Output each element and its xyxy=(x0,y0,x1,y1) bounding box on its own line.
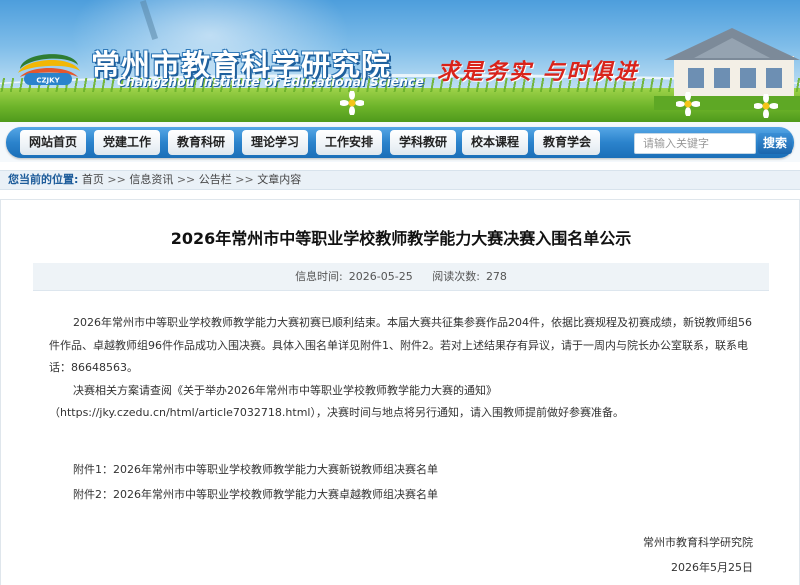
nav-item-research[interactable]: 教育科研 xyxy=(168,130,234,155)
nav-wrapper: 网站首页 党建工作 教育科研 理论学习 工作安排 学科教研 校本课程 教育学会 … xyxy=(0,122,800,162)
logo-text: CZJKY xyxy=(36,77,60,85)
slogan: 求是务实 与时俱进 xyxy=(437,59,639,85)
daisy-icon xyxy=(676,92,700,116)
article-title: 2026年常州市中等职业学校教师教学能力大赛决赛入围名单公示 xyxy=(170,229,632,248)
nav-item-schedule[interactable]: 工作安排 xyxy=(316,130,382,155)
views-label: 阅读次数: xyxy=(432,270,480,283)
main-nav: 网站首页 党建工作 教育科研 理论学习 工作安排 学科教研 校本课程 教育学会 … xyxy=(6,127,794,158)
search-input[interactable]: 请输入关键字 xyxy=(634,133,756,154)
article-info-bar: 信息时间: 2026-05-25 阅读次数: 278 xyxy=(33,263,769,291)
daisy-icon xyxy=(340,91,364,115)
article-container: 2026年常州市中等职业学校教师教学能力大赛决赛入围名单公示 信息时间: 2026… xyxy=(0,199,800,585)
article-paragraph: 决赛相关方案请查阅《关于举办2026年常州市中等职业学校教师教学能力大赛的通知》… xyxy=(49,383,624,420)
breadcrumb-notice[interactable]: 公告栏 xyxy=(199,173,232,186)
nav-item-society[interactable]: 教育学会 xyxy=(534,130,600,155)
nav-item-theory[interactable]: 理论学习 xyxy=(242,130,308,155)
site-banner: CZJKY 常州市教育科学研究院 Changzhou Institute of … xyxy=(0,0,800,122)
breadcrumb-news[interactable]: 信息资讯 xyxy=(129,173,173,186)
views-count: 278 xyxy=(485,270,507,283)
info-time-label: 信息时间: xyxy=(295,270,343,283)
breadcrumb: 您当前的位置: 首页 >> 信息资讯 >> 公告栏 >> 文章内容 xyxy=(0,170,800,190)
nav-item-home[interactable]: 网站首页 xyxy=(20,130,86,155)
info-time: 2026-05-25 xyxy=(348,270,413,283)
daisy-icon xyxy=(754,94,778,118)
breadcrumb-separator: >> xyxy=(103,173,126,186)
org-name-en: Changzhou Institute of Educational Scien… xyxy=(117,75,425,89)
signature-date: 2026年5月25日 xyxy=(671,561,753,574)
signature-org: 常州市教育科学研究院 xyxy=(643,536,753,549)
breadcrumb-separator: >> xyxy=(231,173,254,186)
attachment-1-link[interactable]: 附件1：2026年常州市中等职业学校教师教学能力大赛新锐教师组决赛名单 xyxy=(73,461,438,477)
institute-logo-icon[interactable]: CZJKY xyxy=(14,43,82,89)
nav-item-subject[interactable]: 学科教研 xyxy=(390,130,456,155)
breadcrumb-article: 文章内容 xyxy=(257,173,302,186)
breadcrumb-home[interactable]: 首页 xyxy=(82,173,104,186)
search-button[interactable]: 搜索 xyxy=(758,133,792,154)
breadcrumb-label: 您当前的位置: xyxy=(8,173,79,186)
attachment-2-link[interactable]: 附件2：2026年常州市中等职业学校教师教学能力大赛卓越教师组决赛名单 xyxy=(73,486,438,502)
nav-item-party[interactable]: 党建工作 xyxy=(94,130,160,155)
article-body: 2026年常州市中等职业学校教师教学能力大赛初赛已顺利结束。本届大赛共征集参赛作… xyxy=(49,312,753,425)
breadcrumb-separator: >> xyxy=(173,173,196,186)
nav-item-curriculum[interactable]: 校本课程 xyxy=(462,130,528,155)
article-paragraph: 2026年常州市中等职业学校教师教学能力大赛初赛已顺利结束。本届大赛共征集参赛作… xyxy=(49,316,752,374)
